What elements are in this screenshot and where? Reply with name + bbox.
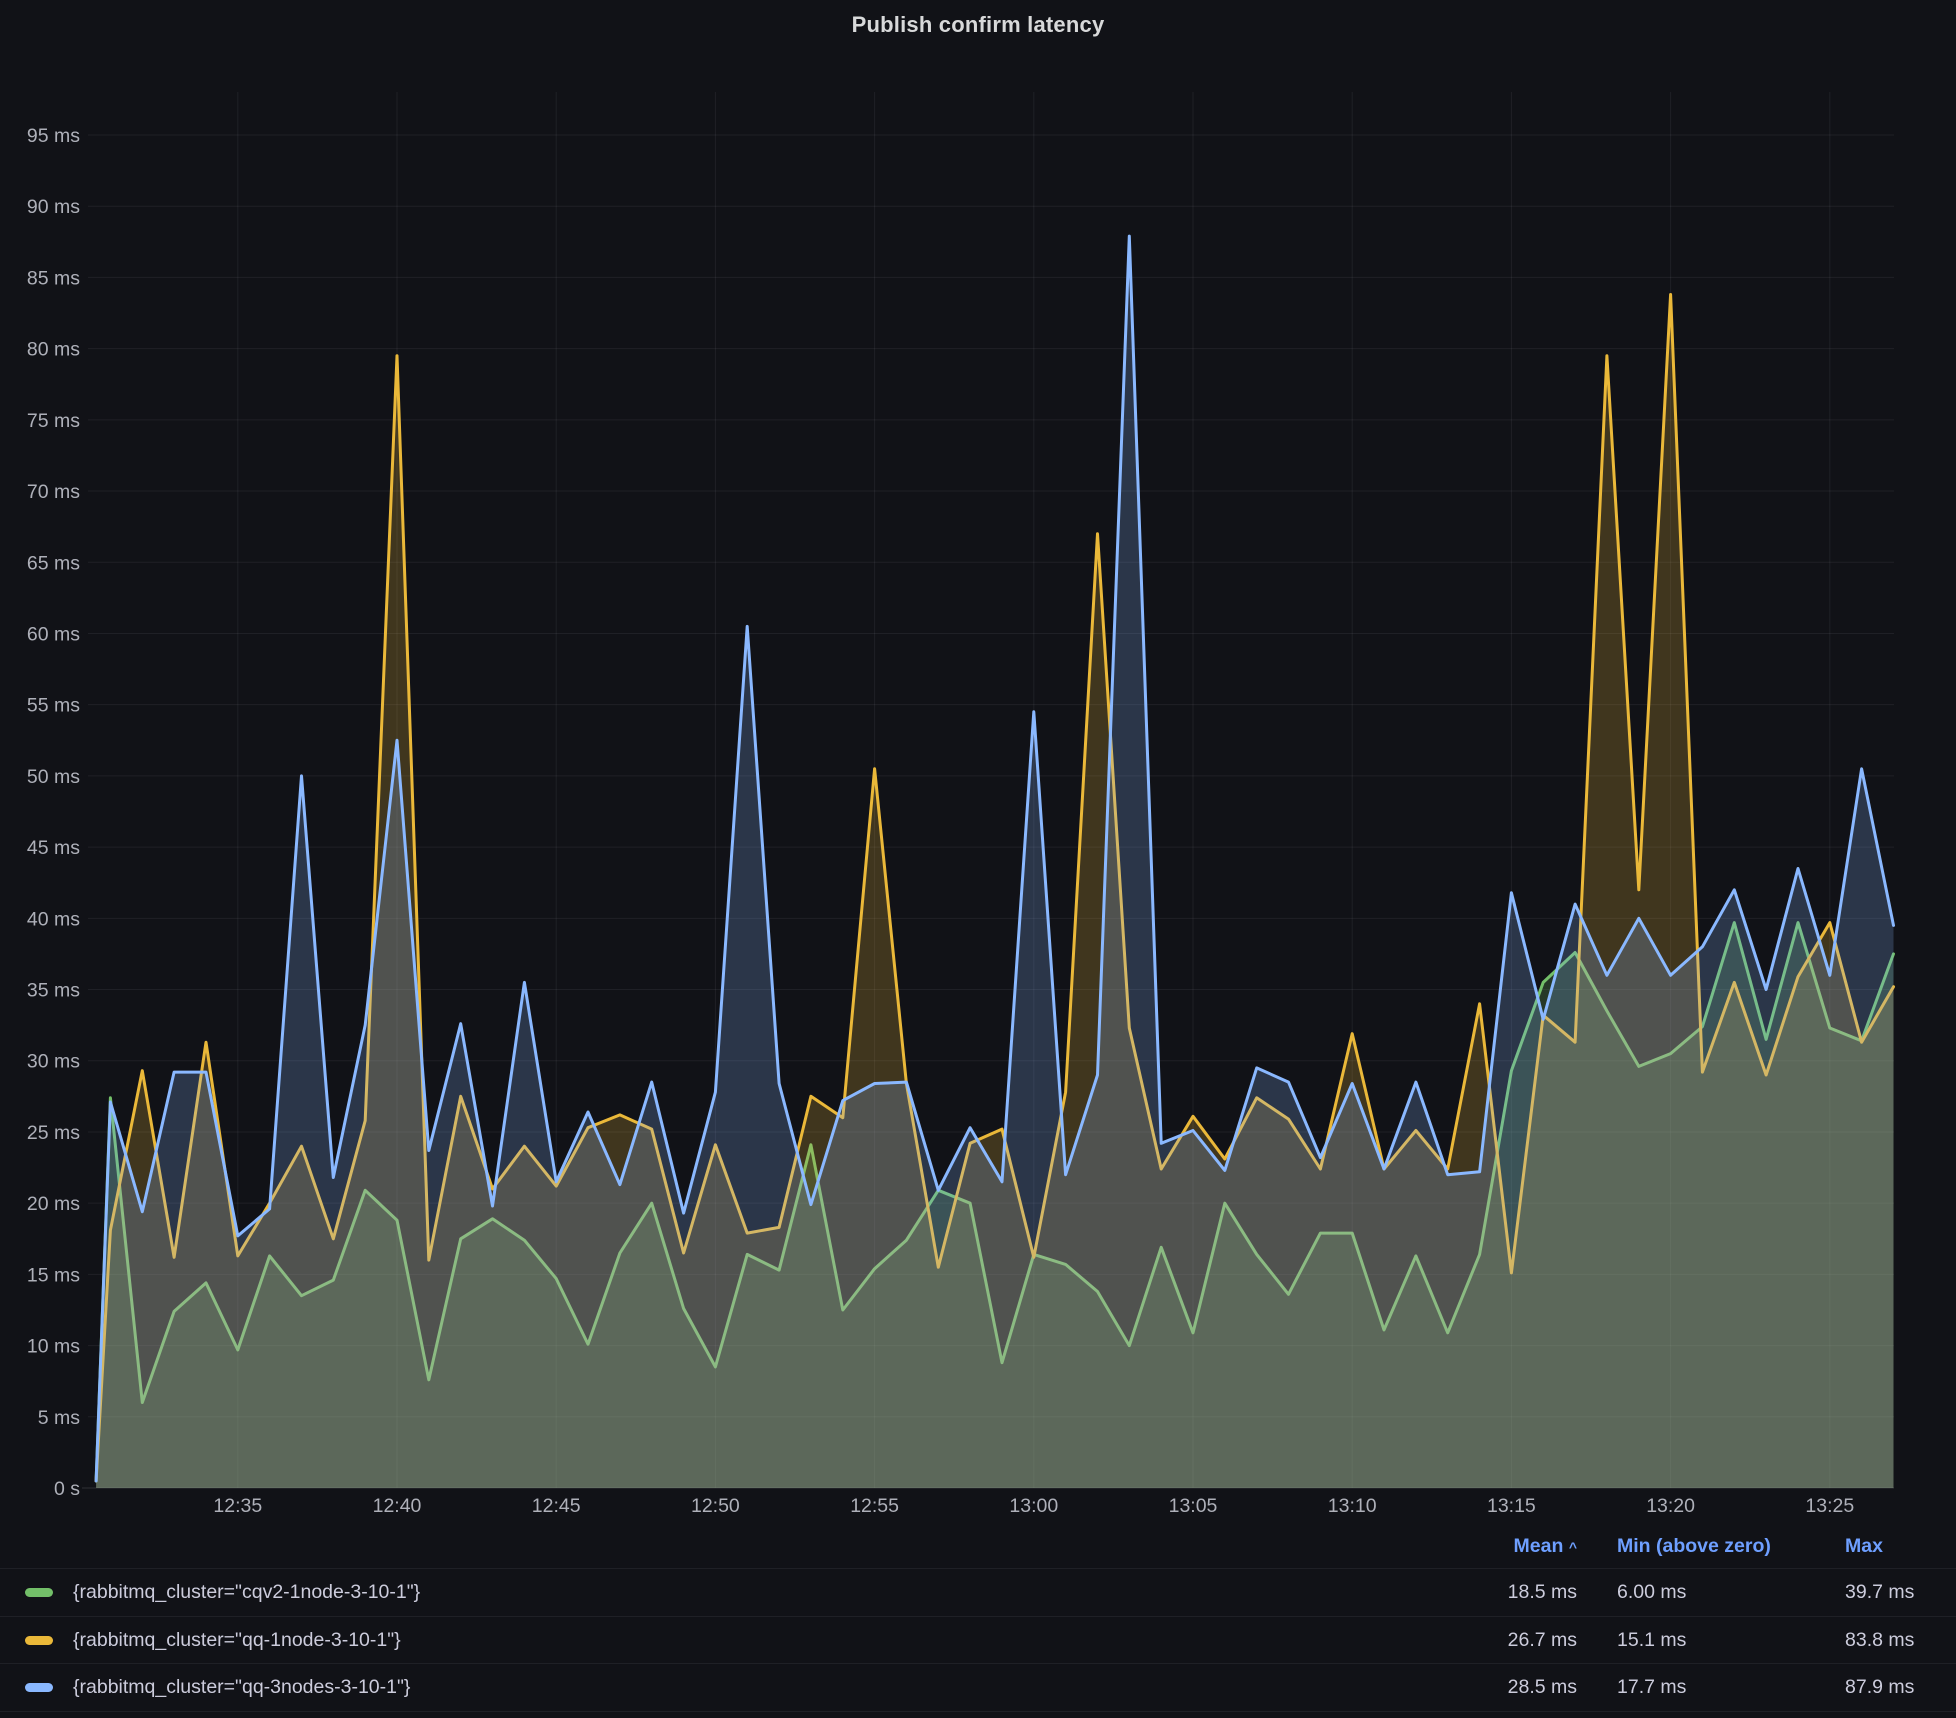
legend-table: Mean ^ Min (above zero) Max {rabbitmq_cl… (0, 1524, 1956, 1712)
legend-series-toggle[interactable]: {rabbitmq_cluster="qq-1node-3-10-1"} (0, 1629, 1437, 1652)
y-axis-tick-label: 80 ms (27, 339, 80, 361)
legend-col-min[interactable]: Min (above zero) (1577, 1535, 1845, 1558)
sort-asc-icon: ^ (1569, 1539, 1577, 1555)
series-color-swatch (25, 1588, 53, 1597)
y-axis-tick-label: 85 ms (27, 267, 80, 289)
y-axis-tick-label: 15 ms (27, 1264, 80, 1286)
legend-header-row: Mean ^ Min (above zero) Max (0, 1524, 1956, 1568)
series-label[interactable]: {rabbitmq_cluster="cqv2-1node-3-10-1"} (73, 1581, 420, 1604)
x-axis-tick-label: 12:40 (373, 1495, 422, 1517)
series-min-value: 15.1 ms (1577, 1629, 1845, 1652)
x-axis-tick-label: 12:45 (532, 1495, 581, 1517)
x-axis-tick-label: 12:35 (213, 1495, 262, 1517)
y-axis-tick-label: 95 ms (27, 125, 80, 147)
y-axis-tick-label: 0 s (54, 1478, 80, 1500)
legend-col-max[interactable]: Max (1845, 1535, 1956, 1558)
series-max-value: 87.9 ms (1845, 1676, 1956, 1699)
y-axis-tick-label: 30 ms (27, 1051, 80, 1073)
y-axis-tick-label: 75 ms (27, 410, 80, 432)
y-axis-tick-label: 50 ms (27, 766, 80, 788)
series-label[interactable]: {rabbitmq_cluster="qq-3nodes-3-10-1"} (73, 1676, 410, 1699)
y-axis-tick-label: 90 ms (27, 196, 80, 218)
y-axis-tick-label: 70 ms (27, 481, 80, 503)
legend-series-toggle[interactable]: {rabbitmq_cluster="qq-3nodes-3-10-1"} (0, 1676, 1437, 1699)
x-axis-tick-label: 12:50 (691, 1495, 740, 1517)
series-mean-value: 28.5 ms (1437, 1676, 1577, 1699)
series-mean-value: 26.7 ms (1437, 1629, 1577, 1652)
x-axis-tick-label: 13:00 (1009, 1495, 1058, 1517)
y-axis-tick-label: 20 ms (27, 1193, 80, 1215)
series-label[interactable]: {rabbitmq_cluster="qq-1node-3-10-1"} (73, 1629, 401, 1652)
x-axis-tick-label: 13:20 (1646, 1495, 1695, 1517)
y-axis-tick-label: 65 ms (27, 552, 80, 574)
series-min-value: 17.7 ms (1577, 1676, 1845, 1699)
y-axis-tick-label: 5 ms (38, 1407, 81, 1429)
y-axis-tick-label: 40 ms (27, 908, 80, 930)
legend-row-qq-1node: {rabbitmq_cluster="qq-1node-3-10-1"} 26.… (0, 1616, 1956, 1664)
series-min-value: 6.00 ms (1577, 1581, 1845, 1604)
series-color-swatch (25, 1636, 53, 1645)
latency-chart[interactable]: 0 s 5 ms 10 ms 15 ms 20 ms 25 ms 30 ms 35 ms 40 … (0, 0, 1956, 1524)
series-max-value: 39.7 ms (1845, 1581, 1956, 1604)
series-mean-value: 18.5 ms (1437, 1581, 1577, 1604)
x-axis-tick-label: 12:55 (850, 1495, 899, 1517)
y-axis-tick-label: 35 ms (27, 980, 80, 1002)
x-axis-tick-label: 13:25 (1805, 1495, 1854, 1517)
legend-col-mean[interactable]: Mean ^ (1437, 1535, 1577, 1558)
series-max-value: 83.8 ms (1845, 1629, 1956, 1652)
y-axis-tick-label: 45 ms (27, 837, 80, 859)
y-axis-tick-label: 55 ms (27, 695, 80, 717)
series-color-swatch (25, 1683, 53, 1692)
x-axis-tick-label: 13:15 (1487, 1495, 1536, 1517)
y-axis-tick-label: 25 ms (27, 1122, 80, 1144)
y-axis-tick-label: 60 ms (27, 623, 80, 645)
grafana-panel: Publish confirm latency 0 s5 ms10 ms15 m… (0, 0, 1956, 1718)
y-axis-tick-label: 10 ms (27, 1336, 80, 1358)
legend-series-toggle[interactable]: {rabbitmq_cluster="cqv2-1node-3-10-1"} (0, 1581, 1437, 1604)
legend-row-cqv2-1node: {rabbitmq_cluster="cqv2-1node-3-10-1"} 1… (0, 1568, 1956, 1616)
legend-row-qq-3nodes: {rabbitmq_cluster="qq-3nodes-3-10-1"} 28… (0, 1663, 1956, 1712)
x-axis-tick-label: 13:05 (1169, 1495, 1218, 1517)
x-axis-tick-label: 13:10 (1328, 1495, 1377, 1517)
